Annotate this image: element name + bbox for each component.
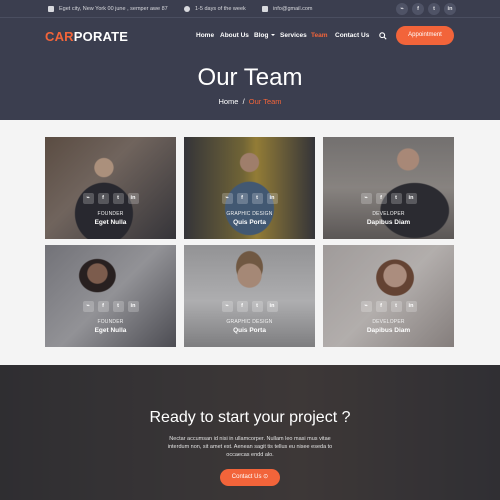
- clock-icon: [184, 6, 190, 12]
- facebook-icon[interactable]: f: [97, 193, 109, 204]
- breadcrumb-current: Our Team: [248, 97, 282, 106]
- linkedin-icon[interactable]: in: [266, 301, 278, 312]
- linkedin-icon[interactable]: in: [127, 301, 139, 312]
- nav-about[interactable]: About Us: [220, 32, 249, 39]
- twitter-icon[interactable]: t: [390, 193, 402, 204]
- nav-home[interactable]: Home: [196, 32, 214, 39]
- site-header: Eget city, New York 00 june , semper awe…: [0, 0, 500, 120]
- rss-icon[interactable]: ⌁: [82, 193, 94, 204]
- top-info-bar: Eget city, New York 00 june , semper awe…: [0, 0, 500, 18]
- facebook-icon[interactable]: f: [412, 3, 424, 15]
- twitter-icon[interactable]: t: [251, 193, 263, 204]
- card-social-icons: ⌁ f t in: [323, 193, 454, 204]
- address-text: Eget city, New York 00 june , semper awe…: [59, 6, 168, 12]
- team-card[interactable]: ⌁ f t in GRAPHIC DESIGN Quis Porta: [184, 137, 315, 239]
- linkedin-icon[interactable]: in: [444, 3, 456, 15]
- team-card[interactable]: ⌁ f t in GRAPHIC DESIGN Quis Porta: [184, 245, 315, 347]
- member-name[interactable]: Eget Nulla: [45, 327, 176, 334]
- member-name[interactable]: Quis Porta: [184, 219, 315, 226]
- cta-text: Nectar accumsan id nisi in ullamcorper. …: [167, 436, 333, 458]
- address-info: Eget city, New York 00 june , semper awe…: [48, 3, 168, 15]
- facebook-icon[interactable]: f: [375, 193, 387, 204]
- cta-title: Ready to start your project ?: [149, 409, 351, 426]
- member-name[interactable]: Dapibus Diam: [323, 327, 454, 334]
- rss-icon[interactable]: ⌁: [396, 3, 408, 15]
- twitter-icon[interactable]: t: [112, 301, 124, 312]
- facebook-icon[interactable]: f: [236, 301, 248, 312]
- facebook-icon[interactable]: f: [375, 301, 387, 312]
- team-card[interactable]: ⌁ f t in DEVELOPER Dapibus Diam: [323, 137, 454, 239]
- email-text[interactable]: info@gmail.com: [273, 6, 313, 12]
- nav-contact[interactable]: Contact Us: [335, 32, 369, 39]
- member-name[interactable]: Quis Porta: [184, 327, 315, 334]
- card-social-icons: ⌁ f t in: [184, 301, 315, 312]
- search-icon[interactable]: [379, 32, 387, 40]
- site-logo[interactable]: CARPORATE: [45, 29, 128, 44]
- linkedin-icon[interactable]: in: [405, 193, 417, 204]
- nav-blog[interactable]: Blog: [254, 32, 276, 39]
- twitter-icon[interactable]: t: [428, 3, 440, 15]
- rss-icon[interactable]: ⌁: [221, 193, 233, 204]
- card-social-icons: ⌁ f t in: [184, 193, 315, 204]
- twitter-icon[interactable]: t: [112, 193, 124, 204]
- team-card[interactable]: ⌁ f t in DEVELOPER Dapibus Diam: [323, 245, 454, 347]
- member-name[interactable]: Eget Nulla: [45, 219, 176, 226]
- team-card[interactable]: ⌁ f t in FOUNDER Eget Nulla: [45, 137, 176, 239]
- chevron-down-icon: [271, 34, 276, 37]
- card-social-icons: ⌁ f t in: [45, 301, 176, 312]
- member-role: FOUNDER: [97, 211, 124, 217]
- member-role: FOUNDER: [97, 319, 124, 325]
- facebook-icon[interactable]: f: [97, 301, 109, 312]
- email-info[interactable]: info@gmail.com: [262, 3, 313, 15]
- twitter-icon[interactable]: t: [390, 301, 402, 312]
- linkedin-icon[interactable]: in: [127, 193, 139, 204]
- contact-us-button[interactable]: Contact Us ⊙: [220, 469, 280, 486]
- team-card[interactable]: ⌁ f t in FOUNDER Eget Nulla: [45, 245, 176, 347]
- page-title: Our Team: [197, 64, 303, 91]
- twitter-icon[interactable]: t: [251, 301, 263, 312]
- card-social-icons: ⌁ f t in: [45, 193, 176, 204]
- linkedin-icon[interactable]: in: [266, 193, 278, 204]
- mail-icon: [262, 6, 268, 12]
- appointment-button[interactable]: Appointment: [396, 26, 454, 45]
- facebook-icon[interactable]: f: [236, 193, 248, 204]
- hours-text: 1-5 days of the week: [195, 6, 246, 12]
- breadcrumb: Home / Our Team: [0, 97, 500, 106]
- member-role: GRAPHIC DESIGN: [226, 319, 273, 325]
- member-role: DEVELOPER: [372, 211, 405, 217]
- rss-icon[interactable]: ⌁: [360, 301, 372, 312]
- breadcrumb-separator: /: [242, 97, 245, 106]
- card-social-icons: ⌁ f t in: [323, 301, 454, 312]
- hours-info: 1-5 days of the week: [184, 3, 246, 15]
- rss-icon[interactable]: ⌁: [221, 301, 233, 312]
- rss-icon[interactable]: ⌁: [82, 301, 94, 312]
- rss-icon[interactable]: ⌁: [360, 193, 372, 204]
- map-icon: [48, 6, 54, 12]
- member-role: GRAPHIC DESIGN: [226, 211, 273, 217]
- breadcrumb-home[interactable]: Home: [218, 97, 238, 106]
- linkedin-icon[interactable]: in: [405, 301, 417, 312]
- member-name[interactable]: Dapibus Diam: [323, 219, 454, 226]
- nav-team[interactable]: Team: [311, 32, 328, 39]
- nav-services[interactable]: Services: [280, 32, 307, 39]
- team-section: ⌁ f t in FOUNDER Eget Nulla ⌁ f t in GRA…: [0, 120, 500, 365]
- top-social-links: ⌁ f t in: [396, 3, 456, 15]
- cta-section: Ready to start your project ? Nectar acc…: [0, 365, 500, 500]
- member-role: DEVELOPER: [372, 319, 405, 325]
